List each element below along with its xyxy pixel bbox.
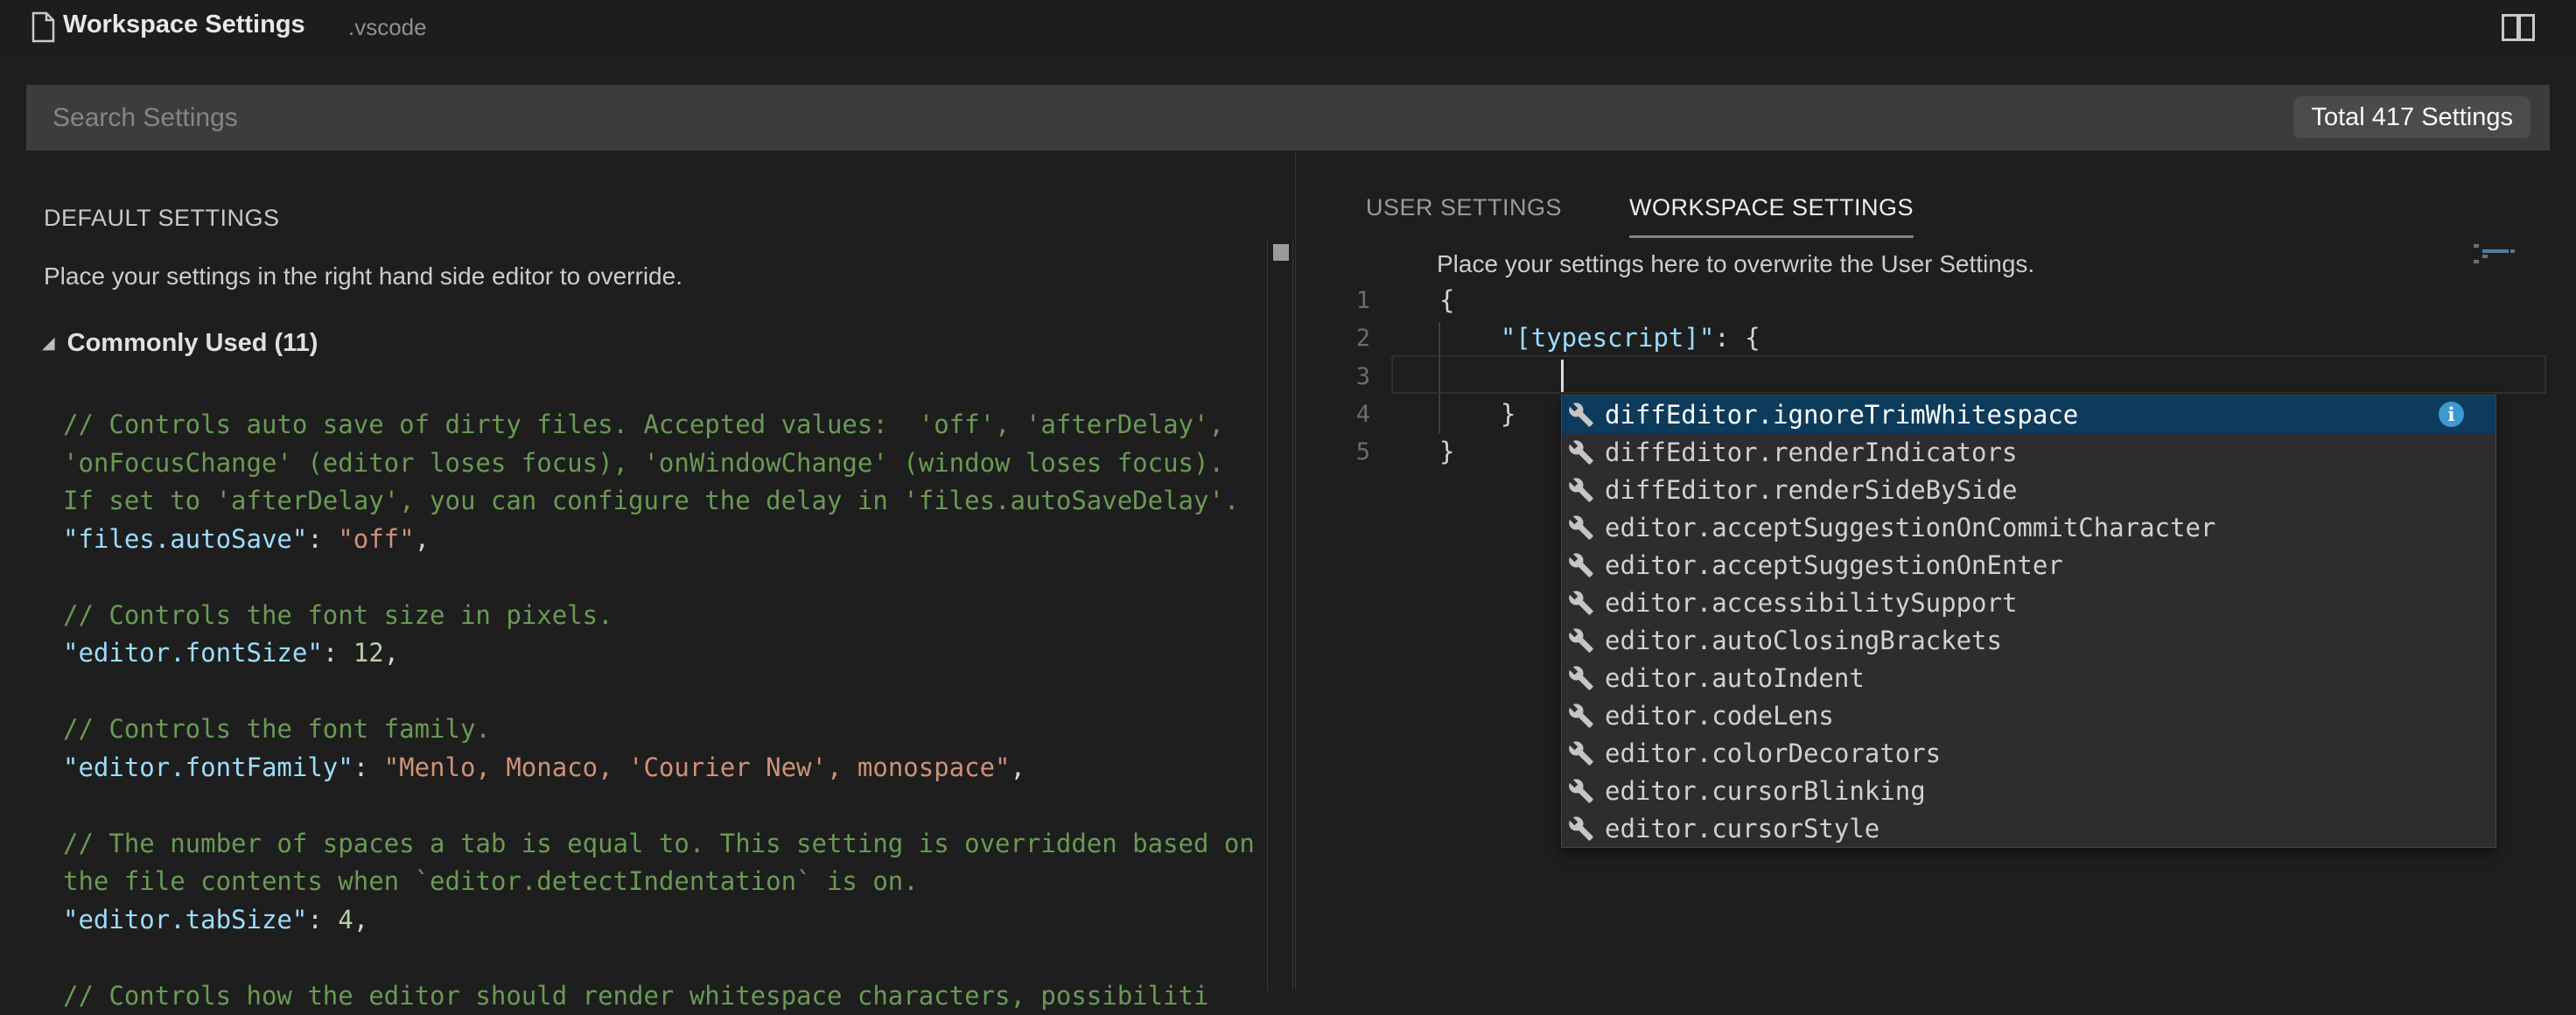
wrench-icon: [1568, 514, 1594, 541]
line-number: 3: [1296, 358, 1370, 396]
code-line: [63, 787, 1267, 825]
wrench-icon: [1568, 590, 1594, 616]
suggest-item-label: diffEditor.renderSideBySide: [1605, 475, 2017, 505]
suggest-item-label: editor.colorDecorators: [1605, 738, 1941, 768]
suggest-item[interactable]: diffEditor.renderIndicators: [1562, 433, 2496, 471]
settings-search-bar: Total 417 Settings: [26, 85, 2550, 150]
section-commonly-used[interactable]: ◢ Commonly Used (11): [42, 329, 318, 358]
suggest-item[interactable]: diffEditor.renderSideBySide: [1562, 471, 2496, 508]
suggest-item[interactable]: editor.acceptSuggestionOnCommitCharacter: [1562, 508, 2496, 546]
suggest-item[interactable]: editor.colorDecorators: [1562, 734, 2496, 772]
code-line: "files.autoSave": "off",: [63, 521, 1267, 559]
code-line: "editor.tabSize": 4,: [63, 901, 1267, 940]
wrench-icon: [1568, 477, 1594, 503]
file-icon: [32, 11, 55, 43]
suggest-item-label: editor.autoIndent: [1605, 663, 1865, 693]
left-scrollbar-thumb[interactable]: [1273, 244, 1289, 261]
left-scrollbar-track[interactable]: [1267, 241, 1293, 990]
suggest-item-label: editor.autoClosingBrackets: [1605, 626, 2002, 655]
code-line: If set to 'afterDelay', you can configur…: [63, 482, 1267, 521]
default-settings-description: Place your settings in the right hand si…: [44, 262, 682, 290]
suggest-item[interactable]: editor.autoIndent: [1562, 659, 2496, 696]
line-number: 5: [1296, 433, 1370, 471]
suggest-item-label: editor.cursorStyle: [1605, 814, 1880, 844]
suggest-item-label: editor.codeLens: [1605, 701, 1834, 731]
line-number: 4: [1296, 396, 1370, 433]
wrench-icon: [1568, 816, 1594, 842]
minimap: [2482, 255, 2488, 258]
collapse-triangle-icon: ◢: [42, 334, 55, 353]
section-label: Commonly Used (11): [67, 329, 318, 357]
suggest-item[interactable]: editor.autoClosingBrackets: [1562, 621, 2496, 659]
suggest-item[interactable]: editor.codeLens: [1562, 696, 2496, 734]
minimap: [2474, 244, 2479, 248]
suggest-item-label: editor.acceptSuggestionOnCommitCharacter: [1605, 513, 2216, 542]
info-icon[interactable]: i: [2439, 402, 2464, 427]
code-line: // Controls the font size in pixels.: [63, 597, 1267, 635]
suggest-item[interactable]: editor.acceptSuggestionOnEnter: [1562, 546, 2496, 584]
code-line: // Controls the font family.: [63, 710, 1267, 749]
wrench-icon: [1568, 703, 1594, 729]
split-editor-icon[interactable]: [2502, 14, 2535, 41]
editor-line: 1{: [1296, 282, 2576, 319]
suggest-widget: diffEditor.ignoreTrimWhitespace i diffEdi…: [1561, 395, 2496, 848]
wrench-icon: [1568, 778, 1594, 804]
code-line: [63, 558, 1267, 597]
default-settings-editor[interactable]: // Controls auto save of dirty files. Ac…: [63, 406, 1267, 1015]
code-line: [63, 673, 1267, 711]
text-cursor: [1561, 360, 1564, 392]
code-line: [63, 939, 1267, 977]
editor-line: 3: [1296, 358, 2576, 396]
suggest-item[interactable]: editor.cursorBlinking: [1562, 772, 2496, 809]
suggest-item[interactable]: editor.cursorStyle: [1562, 809, 2496, 847]
code-line: "editor.fontFamily": "Menlo, Monaco, 'Co…: [63, 749, 1267, 788]
suggest-item-label: editor.acceptSuggestionOnEnter: [1605, 550, 2063, 580]
minimap: [2474, 260, 2479, 263]
line-number: 2: [1296, 319, 1370, 357]
page-title: Workspace Settings: [63, 10, 305, 39]
suggest-item-label: diffEditor.ignoreTrimWhitespace: [1605, 400, 2078, 430]
code-line: // Controls how the editor should render…: [63, 977, 1267, 1015]
title-bar: Workspace Settings .vscode: [0, 0, 2576, 58]
code-line: "editor.fontSize": 12,: [63, 634, 1267, 673]
line-number: 1: [1296, 282, 1370, 319]
editor-line: 2 "[typescript]": {: [1296, 319, 2576, 357]
suggest-item-label: diffEditor.renderIndicators: [1605, 438, 2017, 467]
tab-user-settings[interactable]: USER SETTINGS: [1366, 194, 1562, 235]
minimap: [2482, 249, 2509, 253]
wrench-icon: [1568, 740, 1594, 766]
suggest-item[interactable]: diffEditor.ignoreTrimWhitespace i: [1562, 396, 2496, 433]
code-line: the file contents when `editor.detectInd…: [63, 863, 1267, 901]
code-line: // The number of spaces a tab is equal t…: [63, 825, 1267, 864]
workspace-settings-description: Place your settings here to overwrite th…: [1437, 250, 2034, 278]
page-title-detail: .vscode: [348, 14, 427, 41]
code-line: // Controls auto save of dirty files. Ac…: [63, 406, 1267, 444]
default-settings-heading: DEFAULT SETTINGS: [44, 205, 280, 232]
wrench-icon: [1568, 665, 1594, 691]
wrench-icon: [1568, 552, 1594, 578]
total-settings-badge: Total 417 Settings: [2293, 96, 2530, 138]
tab-workspace-settings[interactable]: WORKSPACE SETTINGS: [1629, 194, 1914, 238]
wrench-icon: [1568, 402, 1594, 428]
suggest-item-label: editor.cursorBlinking: [1605, 776, 1926, 806]
suggest-item-label: editor.accessibilitySupport: [1605, 588, 2017, 618]
minimap: [2510, 249, 2515, 253]
search-input[interactable]: [26, 85, 2550, 150]
wrench-icon: [1568, 439, 1594, 466]
wrench-icon: [1568, 627, 1594, 654]
suggest-item[interactable]: editor.accessibilitySupport: [1562, 584, 2496, 621]
code-line: 'onFocusChange' (editor loses focus), 'o…: [63, 444, 1267, 483]
